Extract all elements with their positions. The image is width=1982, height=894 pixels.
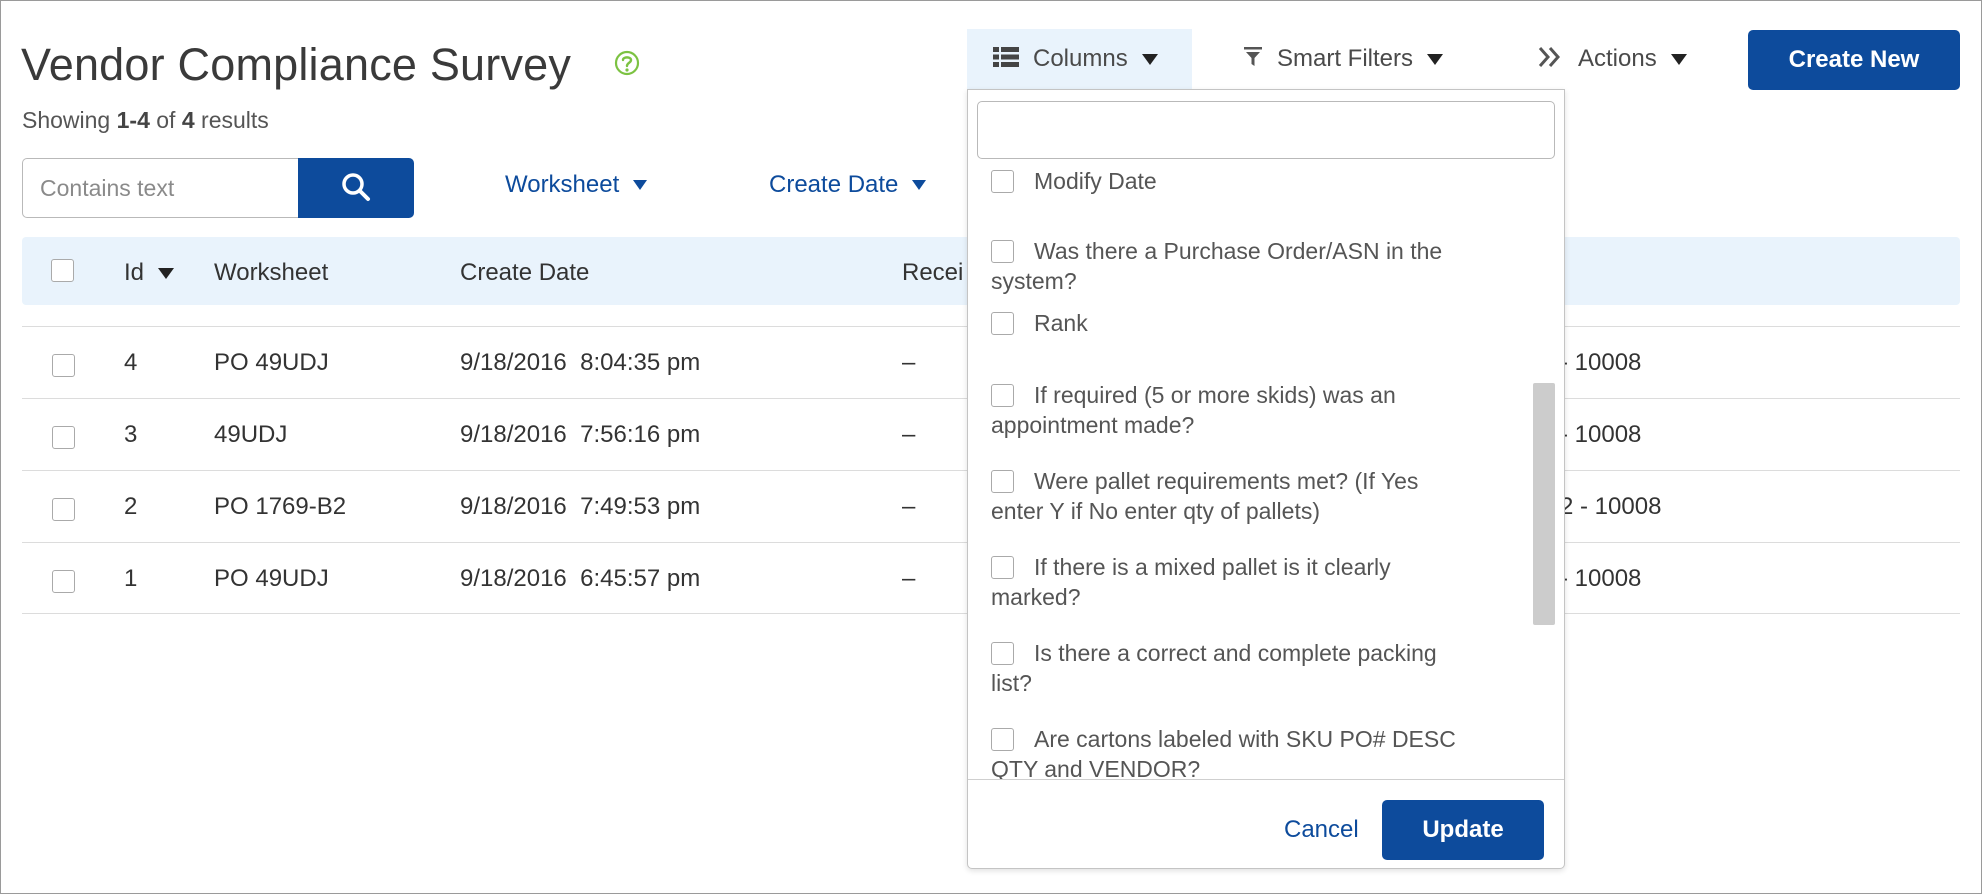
column-option-label: Was there a Purchase Order/ASN in the xyxy=(1034,238,1443,264)
column-option-label-cont: QTY and VENDOR? xyxy=(991,756,1201,780)
result-count: Showing 1-4 of 4 results xyxy=(22,107,269,134)
column-option-checkbox[interactable] xyxy=(991,240,1014,263)
column-option-label: If there is a mixed pallet is it clearly xyxy=(1034,554,1391,580)
column-header-received[interactable]: Recei xyxy=(902,259,963,287)
columns-menu-button[interactable]: Columns xyxy=(967,29,1192,89)
column-header-worksheet[interactable]: Worksheet xyxy=(214,259,328,287)
cell-worksheet: 49UDJ xyxy=(214,421,288,448)
sort-down-icon xyxy=(158,268,175,280)
actions-label: Actions xyxy=(1578,45,1657,72)
row-checkbox[interactable] xyxy=(52,498,75,521)
column-option[interactable]: Were pallet requirements met? (If Yes ent… xyxy=(991,466,1521,526)
column-option-label: Modify Date xyxy=(1034,168,1157,194)
smart-filters-label: Smart Filters xyxy=(1277,45,1414,72)
chevron-down-icon xyxy=(1141,53,1158,65)
select-all-checkbox[interactable] xyxy=(51,259,74,282)
showing-total: 4 xyxy=(181,107,195,133)
column-option-label-cont: enter Y if No enter qty of pallets) xyxy=(991,498,1320,524)
columns-dropdown-panel: Modify Date Rank Was there a Purchase Or… xyxy=(967,89,1565,869)
cell-right: - 10008 xyxy=(1560,421,1642,448)
column-option[interactable]: Was there a Purchase Order/ASN in the sys… xyxy=(991,236,1521,296)
app-frame: Vendor Compliance Survey Showing 1-4 of … xyxy=(0,0,1982,894)
cell-received: – xyxy=(902,565,916,592)
columns-option-list: Modify Date Rank Was there a Purchase Or… xyxy=(968,162,1566,780)
cell-create-date: 9/18/2016 6:45:57 pm xyxy=(460,565,701,592)
column-option-checkbox[interactable] xyxy=(991,384,1014,407)
actions-button[interactable]: Actions xyxy=(1538,29,1687,89)
cell-worksheet: PO 49UDJ xyxy=(214,349,329,376)
column-header-create-date[interactable]: Create Date xyxy=(460,259,589,287)
cell-id: 4 xyxy=(124,349,138,376)
column-option[interactable]: If there is a mixed pallet is it clearly… xyxy=(991,552,1521,612)
search-button[interactable] xyxy=(298,158,414,218)
chevron-down-icon xyxy=(1427,53,1444,65)
cell-id: 2 xyxy=(124,493,138,520)
row-checkbox[interactable] xyxy=(52,426,75,449)
smart-filters-button[interactable]: Smart Filters xyxy=(1243,29,1444,89)
columns-label: Columns xyxy=(1033,45,1128,72)
column-option-label: Are cartons labeled with SKU PO# DESC xyxy=(1034,726,1456,752)
column-option[interactable]: Modify Date xyxy=(991,166,1521,196)
column-option-checkbox[interactable] xyxy=(991,470,1014,493)
column-option-label: Were pallet requirements met? (If Yes xyxy=(1034,468,1419,494)
cancel-button[interactable]: Cancel xyxy=(1284,816,1359,844)
cell-create-date: 9/18/2016 8:04:35 pm xyxy=(460,349,701,376)
page-title: Vendor Compliance Survey xyxy=(21,39,572,90)
search-icon xyxy=(340,171,372,206)
column-option[interactable]: Is there a correct and complete packing l… xyxy=(991,638,1521,698)
column-option-checkbox[interactable] xyxy=(991,312,1014,335)
cell-received: – xyxy=(902,421,916,448)
cell-received: – xyxy=(902,493,916,520)
cell-id: 3 xyxy=(124,421,138,448)
search-input[interactable] xyxy=(22,158,298,218)
double-chevron-right-icon xyxy=(1538,45,1564,74)
update-button[interactable]: Update xyxy=(1382,800,1544,860)
column-option-label-cont: appointment made? xyxy=(991,412,1195,438)
column-option-checkbox[interactable] xyxy=(991,556,1014,579)
chevron-down-icon xyxy=(1670,53,1687,65)
worksheet-filter-label: Worksheet xyxy=(505,171,620,198)
cell-received: – xyxy=(902,349,916,376)
cell-create-date: 9/18/2016 7:49:53 pm xyxy=(460,493,701,520)
cell-id: 1 xyxy=(124,565,138,592)
chevron-down-icon xyxy=(912,180,927,190)
column-option-label: If required (5 or more skids) was an xyxy=(1034,382,1396,408)
showing-suffix: results xyxy=(201,107,269,133)
column-header-id-label: Id xyxy=(124,259,145,286)
row-checkbox[interactable] xyxy=(52,570,75,593)
panel-divider xyxy=(968,779,1564,780)
scrollbar-thumb[interactable] xyxy=(1533,383,1555,625)
columns-search-input[interactable] xyxy=(977,101,1555,159)
filter-icon xyxy=(1243,46,1263,73)
cell-create-date: 9/18/2016 7:56:16 pm xyxy=(460,421,701,448)
column-option-label: Rank xyxy=(1034,310,1088,336)
column-option-label: Is there a correct and complete packing xyxy=(1034,640,1437,666)
cell-right: 2 - 10008 xyxy=(1560,493,1662,520)
cell-worksheet: PO 1769-B2 xyxy=(214,493,347,520)
worksheet-filter[interactable]: Worksheet xyxy=(505,171,648,199)
create-date-filter[interactable]: Create Date xyxy=(769,171,927,199)
showing-prefix: Showing xyxy=(22,107,111,133)
column-option[interactable]: Rank xyxy=(991,308,1521,338)
column-header-id[interactable]: Id xyxy=(124,259,175,287)
column-option-label-cont: system? xyxy=(991,268,1077,294)
create-new-button[interactable]: Create New xyxy=(1748,30,1960,90)
chevron-down-icon xyxy=(633,180,648,190)
list-icon xyxy=(993,46,1019,73)
column-option-checkbox[interactable] xyxy=(991,642,1014,665)
showing-range: 1-4 xyxy=(116,107,150,133)
column-option[interactable]: Are cartons labeled with SKU PO# DESC QTY… xyxy=(991,724,1521,780)
column-option-checkbox[interactable] xyxy=(991,728,1014,751)
row-checkbox[interactable] xyxy=(52,354,75,377)
cell-right: - 10008 xyxy=(1560,349,1642,376)
cell-worksheet: PO 49UDJ xyxy=(214,565,329,592)
showing-of: of xyxy=(156,107,176,133)
column-option-label-cont: list? xyxy=(991,670,1032,696)
help-icon[interactable] xyxy=(614,48,640,78)
column-option-checkbox[interactable] xyxy=(991,170,1014,193)
column-option[interactable]: If required (5 or more skids) was an appo… xyxy=(991,380,1521,440)
create-date-filter-label: Create Date xyxy=(769,171,899,198)
column-option-label-cont: marked? xyxy=(991,584,1081,610)
cell-right: - 10008 xyxy=(1560,565,1642,592)
